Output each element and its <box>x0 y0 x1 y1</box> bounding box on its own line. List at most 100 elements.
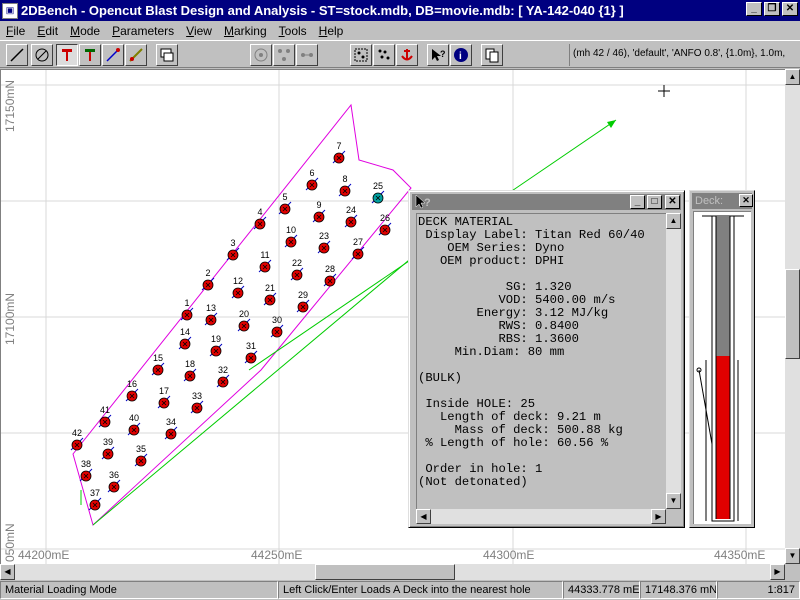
svg-text:?: ? <box>424 197 431 209</box>
blast-hole[interactable]: 38 <box>79 459 93 482</box>
blast-hole[interactable]: 6 <box>305 168 319 191</box>
deck-profile-window[interactable]: Deck: ✕ <box>689 190 755 528</box>
blast-hole[interactable]: 15 <box>151 353 165 376</box>
blast-hole[interactable]: 4 <box>253 207 267 230</box>
info-icon[interactable]: i <box>450 44 472 66</box>
blast-hole[interactable]: 22 <box>290 258 304 281</box>
blast-hole[interactable]: 39 <box>101 437 115 460</box>
blast-hole[interactable]: 19 <box>209 334 223 357</box>
vertical-scroll-thumb[interactable] <box>785 269 800 359</box>
line-tool-icon[interactable] <box>6 44 28 66</box>
blast-hole[interactable]: 14 <box>178 327 192 350</box>
blast-hole[interactable]: 34 <box>164 417 178 440</box>
deck-profile-close-button[interactable]: ✕ <box>739 194 753 207</box>
blast-hole[interactable]: 10 <box>284 225 298 248</box>
deck-scroll-left-icon[interactable]: ◀ <box>416 509 431 524</box>
vertical-scrollbar[interactable]: ▲ ▼ <box>785 69 800 564</box>
deck-vertical-scrollbar[interactable]: ▲ ▼ <box>666 213 681 509</box>
blast-hole[interactable]: 30 <box>270 315 284 338</box>
blast-hole[interactable]: 28 <box>323 264 337 287</box>
blast-hole[interactable]: 21 <box>263 283 277 306</box>
scroll-left-icon[interactable]: ◀ <box>0 564 15 580</box>
hole-label: 8 <box>342 174 347 184</box>
blast-hole[interactable]: 16 <box>125 379 139 402</box>
minimize-button[interactable]: _ <box>746 2 762 16</box>
scroll-up-icon[interactable]: ▲ <box>785 69 800 85</box>
hole-label: 9 <box>316 200 321 210</box>
deck-tool-icon[interactable] <box>79 44 101 66</box>
blast-hole[interactable]: 32 <box>216 365 230 388</box>
app-window: ▣ 2DBench - Opencut Blast Design and Ana… <box>0 0 800 600</box>
close-button[interactable]: ✕ <box>782 2 798 16</box>
menu-view[interactable]: View <box>180 24 218 38</box>
copy-icon[interactable] <box>481 44 503 66</box>
blast-hole[interactable]: 9 <box>312 200 326 223</box>
pencil-tool-icon[interactable] <box>125 44 147 66</box>
menu-tools[interactable]: Tools <box>273 24 313 38</box>
menu-mode[interactable]: Mode <box>64 24 106 38</box>
blast-hole[interactable]: 24 <box>344 205 358 228</box>
blast-hole[interactable]: 7 <box>332 141 346 164</box>
blast-hole[interactable]: 13 <box>204 303 218 326</box>
blast-hole[interactable]: 18 <box>183 359 197 382</box>
blast-hole[interactable]: 3 <box>226 238 240 261</box>
blast-hole[interactable]: 37 <box>88 488 102 511</box>
blast-hole[interactable]: 36 <box>107 470 121 493</box>
select-tool-icon[interactable] <box>350 44 372 66</box>
blast-hole[interactable]: 27 <box>351 237 365 260</box>
menu-help[interactable]: Help <box>313 24 350 38</box>
target-tool-icon[interactable] <box>250 44 272 66</box>
blast-hole[interactable]: 41 <box>98 405 112 428</box>
blast-hole[interactable]: 31 <box>244 341 258 364</box>
connect-tool-icon[interactable] <box>102 44 124 66</box>
hole-label: 39 <box>103 437 113 447</box>
deck-horizontal-scrollbar[interactable]: ◀ ▶ <box>416 509 666 524</box>
blast-hole[interactable]: 40 <box>127 413 141 436</box>
menu-parameters[interactable]: Parameters <box>106 24 180 38</box>
horizontal-scroll-thumb[interactable] <box>315 564 455 580</box>
blast-hole[interactable]: 25 <box>371 181 385 204</box>
blast-hole[interactable]: 1 <box>180 298 194 321</box>
deck-maximize-button[interactable]: □ <box>647 195 662 209</box>
scroll-right-icon[interactable]: ▶ <box>770 564 785 580</box>
blast-hole[interactable]: 8 <box>338 174 352 197</box>
dots-tool-icon[interactable] <box>373 44 395 66</box>
menu-file[interactable]: File <box>0 24 31 38</box>
blast-hole[interactable]: 12 <box>231 276 245 299</box>
blast-hole[interactable]: 23 <box>317 231 331 254</box>
deck-material-window[interactable]: ? _ □ ✕ DECK MATERIAL Display Label: Tit… <box>408 190 685 528</box>
deck-close-button[interactable]: ✕ <box>665 195 680 209</box>
menu-edit[interactable]: Edit <box>31 24 64 38</box>
hole-tool-icon[interactable] <box>56 44 78 66</box>
horizontal-scrollbar[interactable]: ◀ ▶ <box>0 564 785 580</box>
restore-button[interactable]: ❐ <box>764 2 780 16</box>
deck-line: (BULK) <box>418 371 462 385</box>
blast-hole[interactable]: 29 <box>296 290 310 313</box>
pattern-tool-icon[interactable] <box>296 44 318 66</box>
scroll-down-icon[interactable]: ▼ <box>785 548 800 564</box>
blast-hole[interactable]: 35 <box>134 444 148 467</box>
hole-label: 40 <box>129 413 139 423</box>
blast-hole[interactable]: 33 <box>190 391 204 414</box>
circle-tool-icon[interactable] <box>31 44 53 66</box>
blast-hole[interactable]: 42 <box>70 428 84 451</box>
blast-hole[interactable]: 5 <box>278 192 292 215</box>
hole-label: 20 <box>239 309 249 319</box>
deck-minimize-button[interactable]: _ <box>630 195 645 209</box>
window-tool-icon[interactable] <box>156 44 178 66</box>
deck-scroll-right-icon[interactable]: ▶ <box>651 509 666 524</box>
deck-material-titlebar[interactable]: ? _ □ ✕ <box>412 194 681 210</box>
blast-hole[interactable]: 17 <box>157 386 171 409</box>
scatter-tool-icon[interactable] <box>273 44 295 66</box>
blast-hole[interactable]: 20 <box>237 309 251 332</box>
menu-marking[interactable]: Marking <box>218 24 273 38</box>
deck-scroll-up-icon[interactable]: ▲ <box>666 213 681 229</box>
anchor-icon[interactable] <box>396 44 418 66</box>
deck-scroll-down-icon[interactable]: ▼ <box>666 493 681 509</box>
title-bar[interactable]: ▣ 2DBench - Opencut Blast Design and Ana… <box>0 0 800 21</box>
app-icon[interactable]: ▣ <box>2 2 18 19</box>
blast-hole[interactable]: 11 <box>258 250 272 273</box>
context-help-icon[interactable]: ? <box>427 44 449 66</box>
deck-profile-canvas <box>693 211 751 524</box>
hole-label: 21 <box>265 283 275 293</box>
